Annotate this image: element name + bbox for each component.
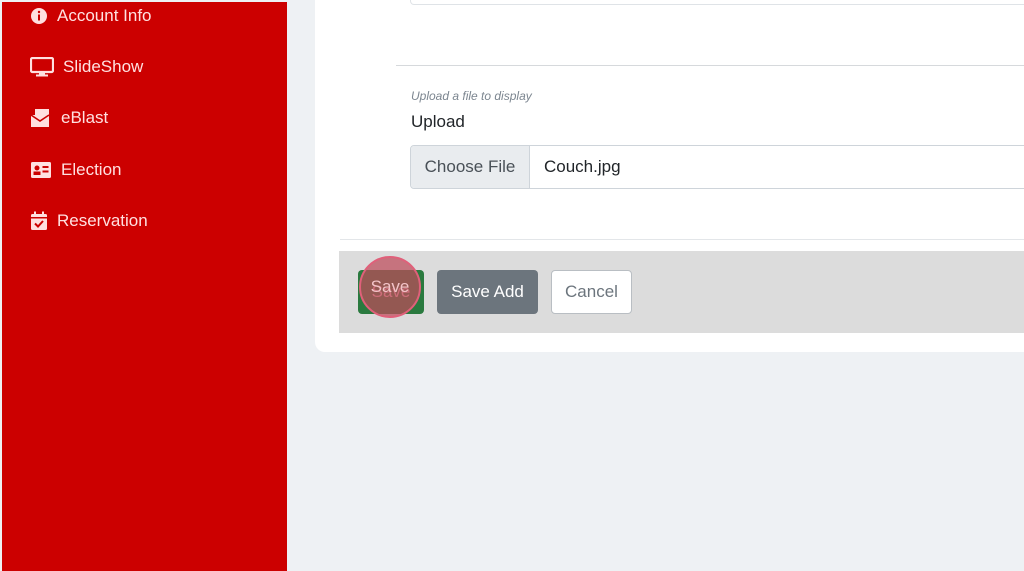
sidebar-item-label: Election [61,160,122,179]
sidebar-item-reservation[interactable]: Reservation [30,208,148,234]
cancel-button[interactable]: Cancel [551,270,632,314]
divider [340,239,1024,240]
divider [396,65,1024,66]
sidebar-item-label: SlideShow [63,57,144,76]
upload-label: Upload [411,112,465,131]
sidebar-item-account-info[interactable]: Account Info [30,3,152,29]
save-add-button[interactable]: Save Add [437,270,538,314]
mail-icon [30,108,52,128]
sidebar-item-eblast[interactable]: eBlast [30,105,108,131]
sidebar-item-label: Account Info [57,6,152,25]
save-button[interactable]: Save [358,270,424,314]
upload-hint: Upload a file to display [411,89,532,103]
choose-file-button[interactable]: Choose File [411,146,530,188]
sidebar-item-election[interactable]: Election [30,157,121,183]
id-card-icon [30,161,52,179]
sidebar-item-label: Reservation [57,211,148,230]
previous-field[interactable] [410,0,1024,5]
sidebar-item-slideshow[interactable]: SlideShow [30,54,143,80]
file-upload-input[interactable]: Choose File Couch.jpg [410,145,1024,189]
info-circle-icon [30,7,48,25]
sidebar: Account Info SlideShow eBlast Election R… [2,2,287,571]
sidebar-item-label: eBlast [61,108,109,127]
monitor-icon [30,57,54,77]
calendar-check-icon [30,211,48,231]
selected-file-name: Couch.jpg [544,157,621,176]
